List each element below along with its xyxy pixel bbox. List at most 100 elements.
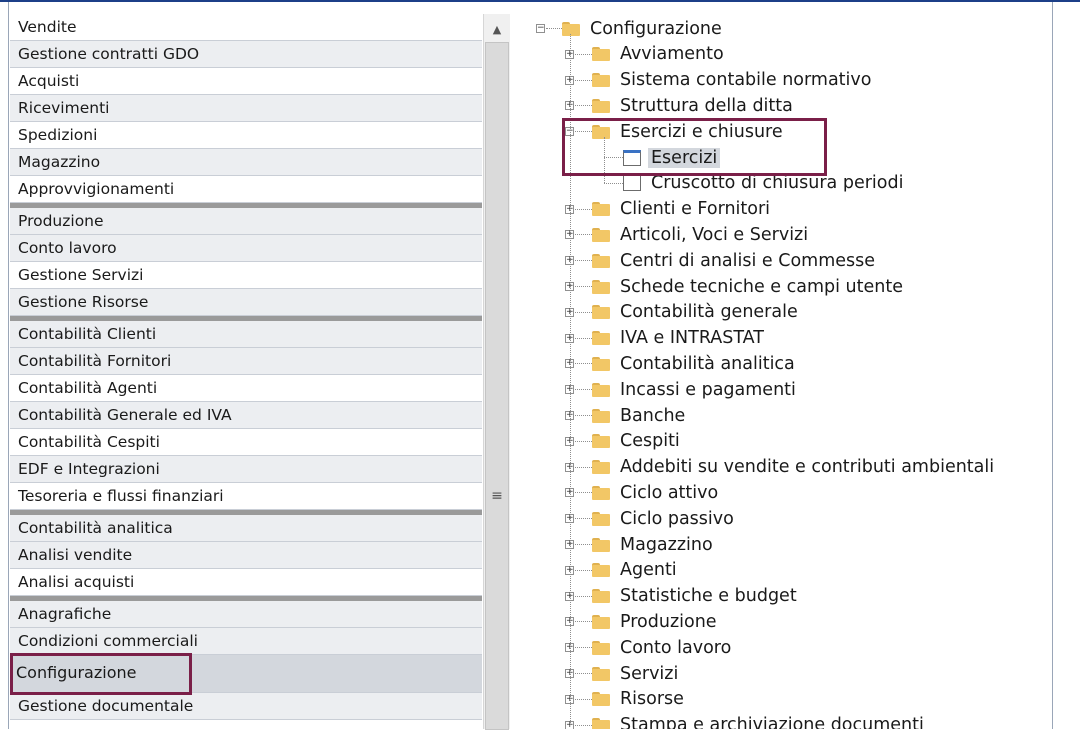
tree-leaf-label: Esercizi (648, 147, 721, 168)
tree-node-sistema-contabile-normativo[interactable]: Sistema contabile normativo (592, 68, 871, 93)
tree-node-label: Contabilità analitica (620, 353, 795, 374)
tree-node-label: Contabilità generale (620, 302, 798, 323)
tree-node-label: Struttura della ditta (620, 95, 793, 116)
folder-body (592, 539, 610, 552)
menu-item-conto-lavoro[interactable]: Conto lavoro (10, 235, 482, 262)
collapse-minus-icon[interactable]: − (536, 24, 545, 33)
menu-item-condizioni-commerciali[interactable]: Condizioni commerciali (10, 628, 482, 655)
tree-node-banche[interactable]: Banche (592, 403, 685, 428)
tree-connector (575, 466, 592, 468)
tree-node-incassi-e-pagamenti[interactable]: Incassi e pagamenti (592, 377, 796, 402)
tree-node-label: Articoli, Voci e Servizi (620, 224, 809, 245)
tree-connector (575, 673, 592, 674)
folder-icon (592, 331, 610, 346)
folder-body (592, 694, 610, 707)
folder-body (592, 720, 610, 729)
tree-node-label: Addebiti su vendite e contributi ambient… (620, 457, 995, 478)
menu-item-tesoreria-e-flussi-finanziari[interactable]: Tesoreria e flussi finanziari (10, 483, 482, 510)
menu-item-vendite[interactable]: Vendite (10, 14, 482, 41)
menu-item-ricevimenti[interactable]: Ricevimenti (10, 95, 482, 122)
menu-item-contabilita-cespiti[interactable]: Contabilità Cespiti (10, 429, 482, 456)
tree-node-clienti-e-fornitori[interactable]: Clienti e Fornitori (592, 197, 770, 222)
tree-node-configurazione[interactable]: Configurazione (562, 16, 722, 41)
menu-item-analisi-vendite[interactable]: Analisi vendite (10, 542, 482, 569)
folder-body (592, 126, 610, 139)
menu-item-contabilita-clienti[interactable]: Contabilità Clienti (10, 321, 482, 348)
folder-icon (592, 614, 610, 629)
menu-item-edf-e-integrazioni[interactable]: EDF e Integrazioni (10, 456, 482, 483)
menu-item-gestione-documentale[interactable]: Gestione documentale (10, 693, 482, 720)
tree-node-ciclo-attivo[interactable]: Ciclo attivo (592, 480, 718, 505)
document-icon (623, 149, 641, 166)
menu-item-contabilita-agenti[interactable]: Contabilità Agenti (10, 375, 482, 402)
menu-item-gestione-contratti-gdo[interactable]: Gestione contratti GDO (10, 41, 482, 68)
tree-leaf-esercizi[interactable]: Esercizi (623, 145, 721, 170)
tree-node-label: Magazzino (620, 534, 713, 555)
menu-item-magazzino[interactable]: Magazzino (10, 149, 482, 176)
tree-node-label: Statistiche e budget (620, 586, 797, 607)
scrollbar-thumb[interactable]: ≡ (485, 42, 509, 730)
tree-node-struttura-della-ditta[interactable]: Struttura della ditta (592, 93, 793, 118)
tree-node-label: Cespiti (620, 431, 680, 452)
tree-node-esercizi-e-chiusure[interactable]: Esercizi e chiusure (592, 119, 783, 144)
menu-item-analisi-acquisti[interactable]: Analisi acquisti (10, 569, 482, 596)
tree-node-label: Risorse (620, 689, 684, 710)
menu-item-contabilita-fornitori[interactable]: Contabilità Fornitori (10, 348, 482, 375)
folder-icon (592, 692, 610, 707)
tree-connector (575, 518, 592, 520)
tree-leaf-label: Cruscotto di chiusura periodi (651, 173, 904, 194)
menu-item-approvvigionamenti[interactable]: Approvvigionamenti (10, 176, 482, 203)
menu-item-anagrafiche[interactable]: Anagrafiche (10, 601, 482, 628)
tree-connector (575, 724, 592, 726)
tree-node-produzione[interactable]: Produzione (592, 609, 717, 634)
tree-node-ciclo-passivo[interactable]: Ciclo passivo (592, 506, 734, 531)
tree-node-addebiti-su-vendite-e-contributi-ambientali[interactable]: Addebiti su vendite e contributi ambient… (592, 455, 994, 480)
tree-node-articoli-voci-e-servizi[interactable]: Articoli, Voci e Servizi (592, 222, 808, 247)
tree-node-conto-lavoro[interactable]: Conto lavoro (592, 635, 731, 660)
tree-node-label: Banche (620, 405, 686, 426)
folder-body (562, 23, 580, 36)
tree-node-agenti[interactable]: Agenti (592, 558, 677, 583)
menu-item-spedizioni[interactable]: Spedizioni (10, 122, 482, 149)
module-menu: Vendite Gestione contratti GDO Acquisti Ric… (10, 14, 482, 729)
folder-body (592, 255, 610, 268)
menu-item-gestione-servizi[interactable]: Gestione Servizi (10, 262, 482, 289)
tree-node-avviamento[interactable]: Avviamento (592, 42, 724, 67)
tree-connector (575, 621, 592, 623)
tree-node-contabilita-generale[interactable]: Contabilità generale (592, 300, 798, 325)
scroll-up-arrow-icon[interactable]: ▲ (484, 20, 510, 40)
tree-node-stampa-e-archiviazione-documenti[interactable]: Stampa e archiviazione documenti (592, 713, 924, 729)
folder-icon (592, 666, 610, 681)
pane-splitter[interactable] (510, 14, 524, 729)
tree-connector (575, 492, 592, 494)
tree-connector (575, 260, 592, 262)
tree-connector (575, 105, 592, 107)
tree-node-magazzino[interactable]: Magazzino (592, 532, 713, 557)
menu-scrollbar[interactable]: ▲ ≡ (483, 14, 510, 730)
folder-icon (592, 124, 610, 139)
tree-leaf-cruscotto-di-chiusura-periodi[interactable]: Cruscotto di chiusura periodi (623, 171, 903, 196)
menu-item-configurazione[interactable]: Configurazione (10, 655, 482, 693)
menu-item-contabilita-generale-ed-iva[interactable]: Contabilità Generale ed IVA (10, 402, 482, 429)
tree-node-centri-di-analisi-e-commesse[interactable]: Centri di analisi e Commesse (592, 248, 875, 273)
menu-item-produzione[interactable]: Produzione (10, 208, 482, 235)
tree-node-schede-tecniche-e-campi-utente[interactable]: Schede tecniche e campi utente (592, 274, 903, 299)
tree-node-iva-e-intrastat[interactable]: IVA e INTRASTAT (592, 326, 764, 351)
menu-item-contabilita-analitica[interactable]: Contabilità analitica (10, 515, 482, 542)
tree-node-label: Avviamento (620, 44, 724, 65)
tree-node-label: Ciclo attivo (620, 482, 719, 503)
menu-item-acquisti[interactable]: Acquisti (10, 68, 482, 95)
folder-body (592, 281, 610, 294)
folder-icon (592, 408, 610, 423)
tree-node-contabilita-analitica[interactable]: Contabilità analitica (592, 351, 795, 376)
tree-node-risorse[interactable]: Risorse (592, 687, 684, 712)
tree-node-statistiche-e-budget[interactable]: Statistiche e budget (592, 584, 797, 609)
tree-connector (575, 389, 592, 391)
tree-node-servizi[interactable]: Servizi (592, 661, 678, 686)
folder-body (592, 384, 610, 397)
menu-item-gestione-risorse[interactable]: Gestione Risorse (10, 289, 482, 316)
folder-body (592, 436, 610, 449)
folder-icon (562, 21, 580, 36)
folder-icon (592, 202, 610, 217)
tree-node-cespiti[interactable]: Cespiti (592, 429, 680, 454)
